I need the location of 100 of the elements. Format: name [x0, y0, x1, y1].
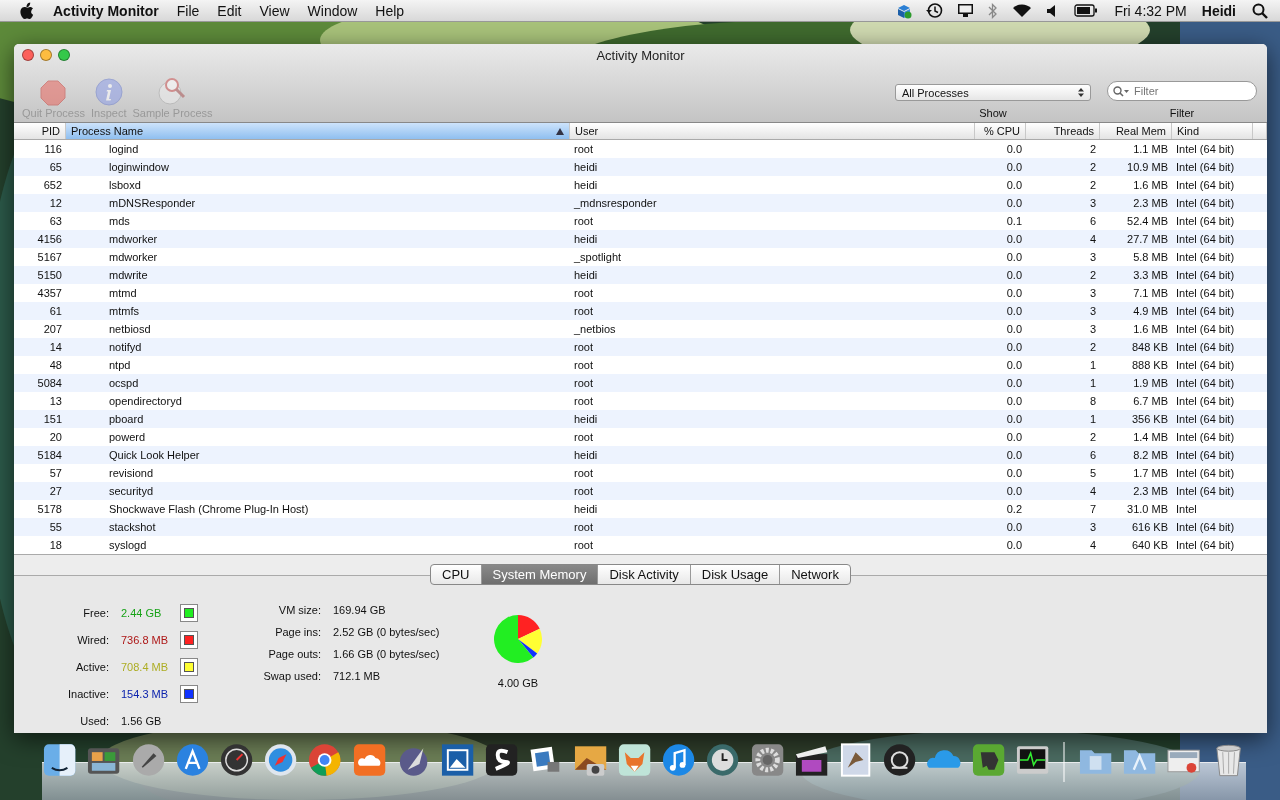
table-cell-text: Intel (64 bit): [1175, 430, 1236, 445]
table-cell-text: 0.0: [1005, 394, 1023, 409]
table-cell-text: root: [573, 520, 594, 535]
table-cell-text: 4: [1088, 484, 1097, 499]
table-cell-text: root: [573, 142, 594, 157]
table-cell-text: mds: [108, 214, 131, 229]
table-cell-text: 1.9 MB: [1132, 376, 1169, 391]
column-header[interactable]: Threads: [1026, 123, 1100, 139]
menu-item[interactable]: Window: [298, 2, 367, 19]
table-cell-text: heidi: [573, 232, 599, 247]
table-cell-text: 12: [48, 196, 63, 211]
table-cell-text: 48: [48, 358, 63, 373]
table-cell-text: root: [573, 358, 594, 373]
tab[interactable]: System Memory: [480, 565, 598, 584]
menu-item[interactable]: File: [167, 2, 209, 19]
table-cell-text: heidi: [573, 160, 599, 175]
field-label: Show: [979, 107, 1007, 119]
table-cell-text: Intel (64 bit): [1175, 160, 1236, 175]
table-cell-text: 3.3 MB: [1132, 268, 1169, 283]
table-cell-text: 3: [1088, 250, 1097, 265]
tab[interactable]: Disk Activity: [597, 565, 690, 584]
table-cell-text: 5167: [36, 250, 63, 265]
window-title: Activity Monitor: [596, 47, 685, 63]
table-cell-text: 0.0: [1005, 178, 1023, 193]
table-cell-text: mdworker: [108, 250, 159, 265]
table-cell-text: 0.1: [1005, 214, 1023, 229]
table-cell-text: Intel (64 bit): [1175, 358, 1236, 373]
table-cell-text: Intel (64 bit): [1175, 178, 1236, 193]
process-filter-dropdown[interactable]: All Processes: [895, 84, 1091, 101]
table-cell-text: root: [573, 214, 594, 229]
table-cell-text: Intel (64 bit): [1175, 286, 1236, 301]
table-cell-text: revisiond: [108, 466, 155, 481]
table-cell-text: 0.0: [1005, 268, 1023, 283]
menu-item[interactable]: View: [250, 2, 299, 19]
table-cell-text: 5.8 MB: [1132, 250, 1169, 265]
menu-clock[interactable]: Fri 4:32 PM: [1105, 2, 1196, 19]
table-cell-text: 7.1 MB: [1132, 286, 1169, 301]
memory-value: 2.44 GB: [121, 605, 163, 621]
table-cell-text: 13: [48, 394, 63, 409]
table-cell-text: heidi: [573, 178, 599, 193]
table-cell-text: 0.0: [1005, 358, 1023, 373]
table-cell-text: heidi: [573, 448, 599, 463]
table-cell-text: 61: [48, 304, 63, 319]
table-cell-text: 151: [42, 412, 63, 427]
table-cell-text: 27.7 MB: [1126, 232, 1169, 247]
table-cell-text: root: [573, 466, 594, 481]
table-cell-text: 1.6 MB: [1132, 322, 1169, 337]
table-cell-text: 6: [1088, 214, 1097, 229]
column-header[interactable]: User: [570, 123, 975, 139]
table-cell-text: Intel (64 bit): [1175, 538, 1236, 553]
memory-label: Swap used:: [262, 669, 321, 684]
table-cell-text: pboard: [108, 412, 145, 427]
tab[interactable]: Disk Usage: [689, 565, 780, 584]
table-cell-text: Intel (64 bit): [1175, 142, 1236, 157]
search-field[interactable]: Filter: [1107, 81, 1257, 101]
column-header[interactable]: Kind: [1172, 123, 1253, 139]
table-cell-text: 7: [1088, 502, 1097, 517]
menu-app-name[interactable]: Activity Monitor: [41, 2, 168, 19]
table-cell-text: 0.0: [1005, 340, 1023, 355]
table-cell-text: 5178: [36, 502, 63, 517]
column-header[interactable]: Process Name: [66, 123, 570, 139]
table-cell-text: root: [573, 538, 594, 553]
table-cell-text: mtmd: [108, 286, 138, 301]
table-cell-text: 1.6 MB: [1132, 178, 1169, 193]
column-header[interactable]: Real Mem: [1100, 123, 1172, 139]
table-cell-text: 2: [1088, 178, 1097, 193]
table-cell-text: 0.0: [1005, 484, 1023, 499]
menu-user-name[interactable]: Heidi: [1195, 2, 1245, 19]
table-cell-text: 2: [1088, 430, 1097, 445]
table-cell-text: 1: [1088, 358, 1097, 373]
table-cell-text: 4357: [36, 286, 63, 301]
column-header[interactable]: % CPU: [975, 123, 1026, 139]
memory-label: Inactive:: [67, 687, 109, 703]
table-cell-text: 0.0: [1005, 250, 1023, 265]
table-cell-text: 0.0: [1005, 376, 1023, 391]
table-cell-text: root: [573, 394, 594, 409]
memory-value: 712.1 MB: [333, 669, 382, 684]
table-cell-text: Intel (64 bit): [1175, 520, 1236, 535]
table-cell-text: 652: [42, 178, 63, 193]
table-cell-text: powerd: [108, 430, 147, 445]
table-cell-text: 5: [1088, 466, 1097, 481]
table-cell-text: 1: [1088, 412, 1097, 427]
table-cell-text: 31.0 MB: [1126, 502, 1169, 517]
tab[interactable]: CPU: [431, 565, 481, 584]
table-cell-text: Intel (64 bit): [1175, 376, 1236, 391]
table-cell-text: root: [573, 484, 594, 499]
table-cell-text: mDNSResponder: [108, 196, 197, 211]
tab[interactable]: Network: [779, 565, 850, 584]
table-cell-text: 63: [48, 214, 63, 229]
table-cell-text: heidi: [573, 268, 599, 283]
table-cell-text: Intel (64 bit): [1175, 340, 1236, 355]
memory-label: Free:: [82, 605, 109, 621]
menu-item[interactable]: Edit: [208, 2, 251, 19]
table-cell-text: 14: [48, 340, 63, 355]
table-cell-text: loginwindow: [108, 160, 170, 175]
table-cell-text: 3: [1088, 520, 1097, 535]
table-cell-text: Intel (64 bit): [1175, 232, 1236, 247]
table-cell-text: mdworker: [108, 232, 159, 247]
menu-item[interactable]: Help: [366, 2, 414, 19]
table-cell-text: 4156: [36, 232, 63, 247]
